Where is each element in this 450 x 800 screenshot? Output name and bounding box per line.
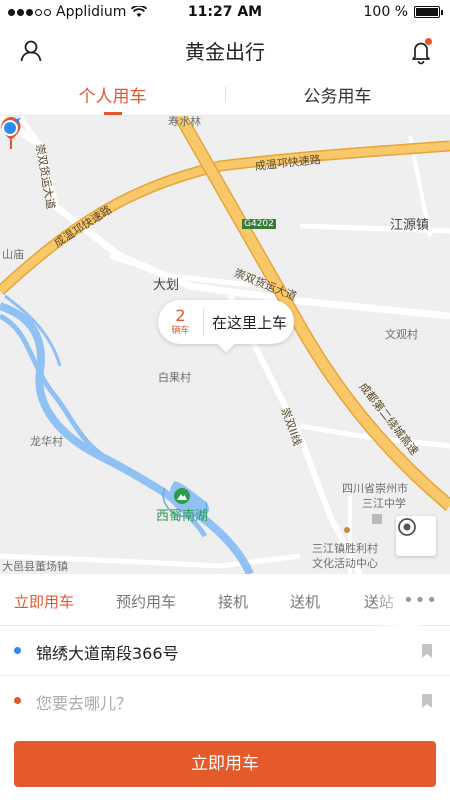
destination-row[interactable]: 您要去哪儿？ xyxy=(0,676,450,726)
battery-percent: 100 % xyxy=(363,4,408,20)
tab-personal[interactable]: 个人用车 xyxy=(0,74,225,115)
nearby-car-count: 2 辆车 xyxy=(158,308,204,336)
pickup-label: 在这里上车 xyxy=(212,313,288,332)
map-label-baiguo: 白果村 xyxy=(158,371,191,384)
map-label-school-2: 三江中学 xyxy=(362,497,406,510)
notification-badge xyxy=(425,38,432,45)
map-label-longhua: 龙华村 xyxy=(30,435,63,448)
destination-dot xyxy=(14,697,21,704)
destination-input[interactable]: 您要去哪儿？ xyxy=(36,690,132,714)
battery-group: 100 % xyxy=(363,4,443,20)
call-car-button[interactable]: 立即用车 xyxy=(14,741,436,787)
map-label-dahua: 大划 xyxy=(153,278,180,293)
tab-divider xyxy=(225,86,226,102)
notifications-button[interactable] xyxy=(406,36,436,66)
park-icon xyxy=(174,488,190,504)
service-tab-dropoff[interactable]: 送机 xyxy=(290,591,320,612)
map-label-school-1: 四川省崇州市 xyxy=(342,482,408,495)
current-position-icon xyxy=(2,117,21,136)
map-label-shengli-2: 文化活动中心 xyxy=(312,557,378,570)
active-tab-indicator xyxy=(103,112,122,115)
pickup-dot xyxy=(14,647,21,654)
map-label-xishu-lake: 西蜀南湖 xyxy=(156,509,209,524)
service-tab-reserve[interactable]: 预约用车 xyxy=(116,591,176,612)
map-view[interactable]: 寿水林 崇双货运大道 成温邛快速路 成温邛快速路 G4202 江源镇 山庙 大划… xyxy=(0,116,450,574)
map-label-g4202: G4202 xyxy=(242,219,276,229)
pickup-callout[interactable]: 2 辆车 在这里上车 xyxy=(158,300,294,344)
pickup-address-row[interactable]: 锦绣大道南段366号 xyxy=(0,626,450,676)
car-count-number: 2 xyxy=(175,306,186,325)
status-bar: Applidium 11:27 AM 100 % xyxy=(0,0,450,26)
bookmark-icon[interactable] xyxy=(422,694,432,708)
tab-business-label: 公务用车 xyxy=(303,87,372,107)
map-label-shengli-1: 三江镇胜利村 xyxy=(312,542,378,555)
service-tabs: 立即用车 预约用车 接机 送机 送站 ••• xyxy=(0,574,450,626)
map-label-wenguan: 文观村 xyxy=(385,328,418,341)
locate-icon xyxy=(398,518,416,536)
battery-level xyxy=(416,8,438,16)
page-title: 黄金出行 xyxy=(185,40,265,64)
title-bar: 黄金出行 xyxy=(0,26,450,74)
map-label-jiangyuan: 江源镇 xyxy=(390,218,430,233)
pickup-address: 锦绣大道南段366号 xyxy=(36,644,179,663)
locate-button[interactable] xyxy=(396,516,436,556)
map-label-top: 寿水林 xyxy=(168,116,201,128)
car-count-unit: 辆车 xyxy=(171,326,190,336)
service-tab-now[interactable]: 立即用车 xyxy=(14,591,74,612)
battery-icon xyxy=(414,6,443,18)
bookmark-icon[interactable] xyxy=(422,644,432,658)
map-label-shanmiao: 山庙 xyxy=(2,248,24,261)
service-tab-pickup[interactable]: 接机 xyxy=(218,591,248,612)
tab-personal-label: 个人用车 xyxy=(78,87,147,107)
map-label-dongchang: 大邑县董场镇 xyxy=(2,560,68,573)
more-options-button[interactable]: ••• xyxy=(403,590,438,611)
tab-business[interactable]: 公务用车 xyxy=(225,74,450,115)
